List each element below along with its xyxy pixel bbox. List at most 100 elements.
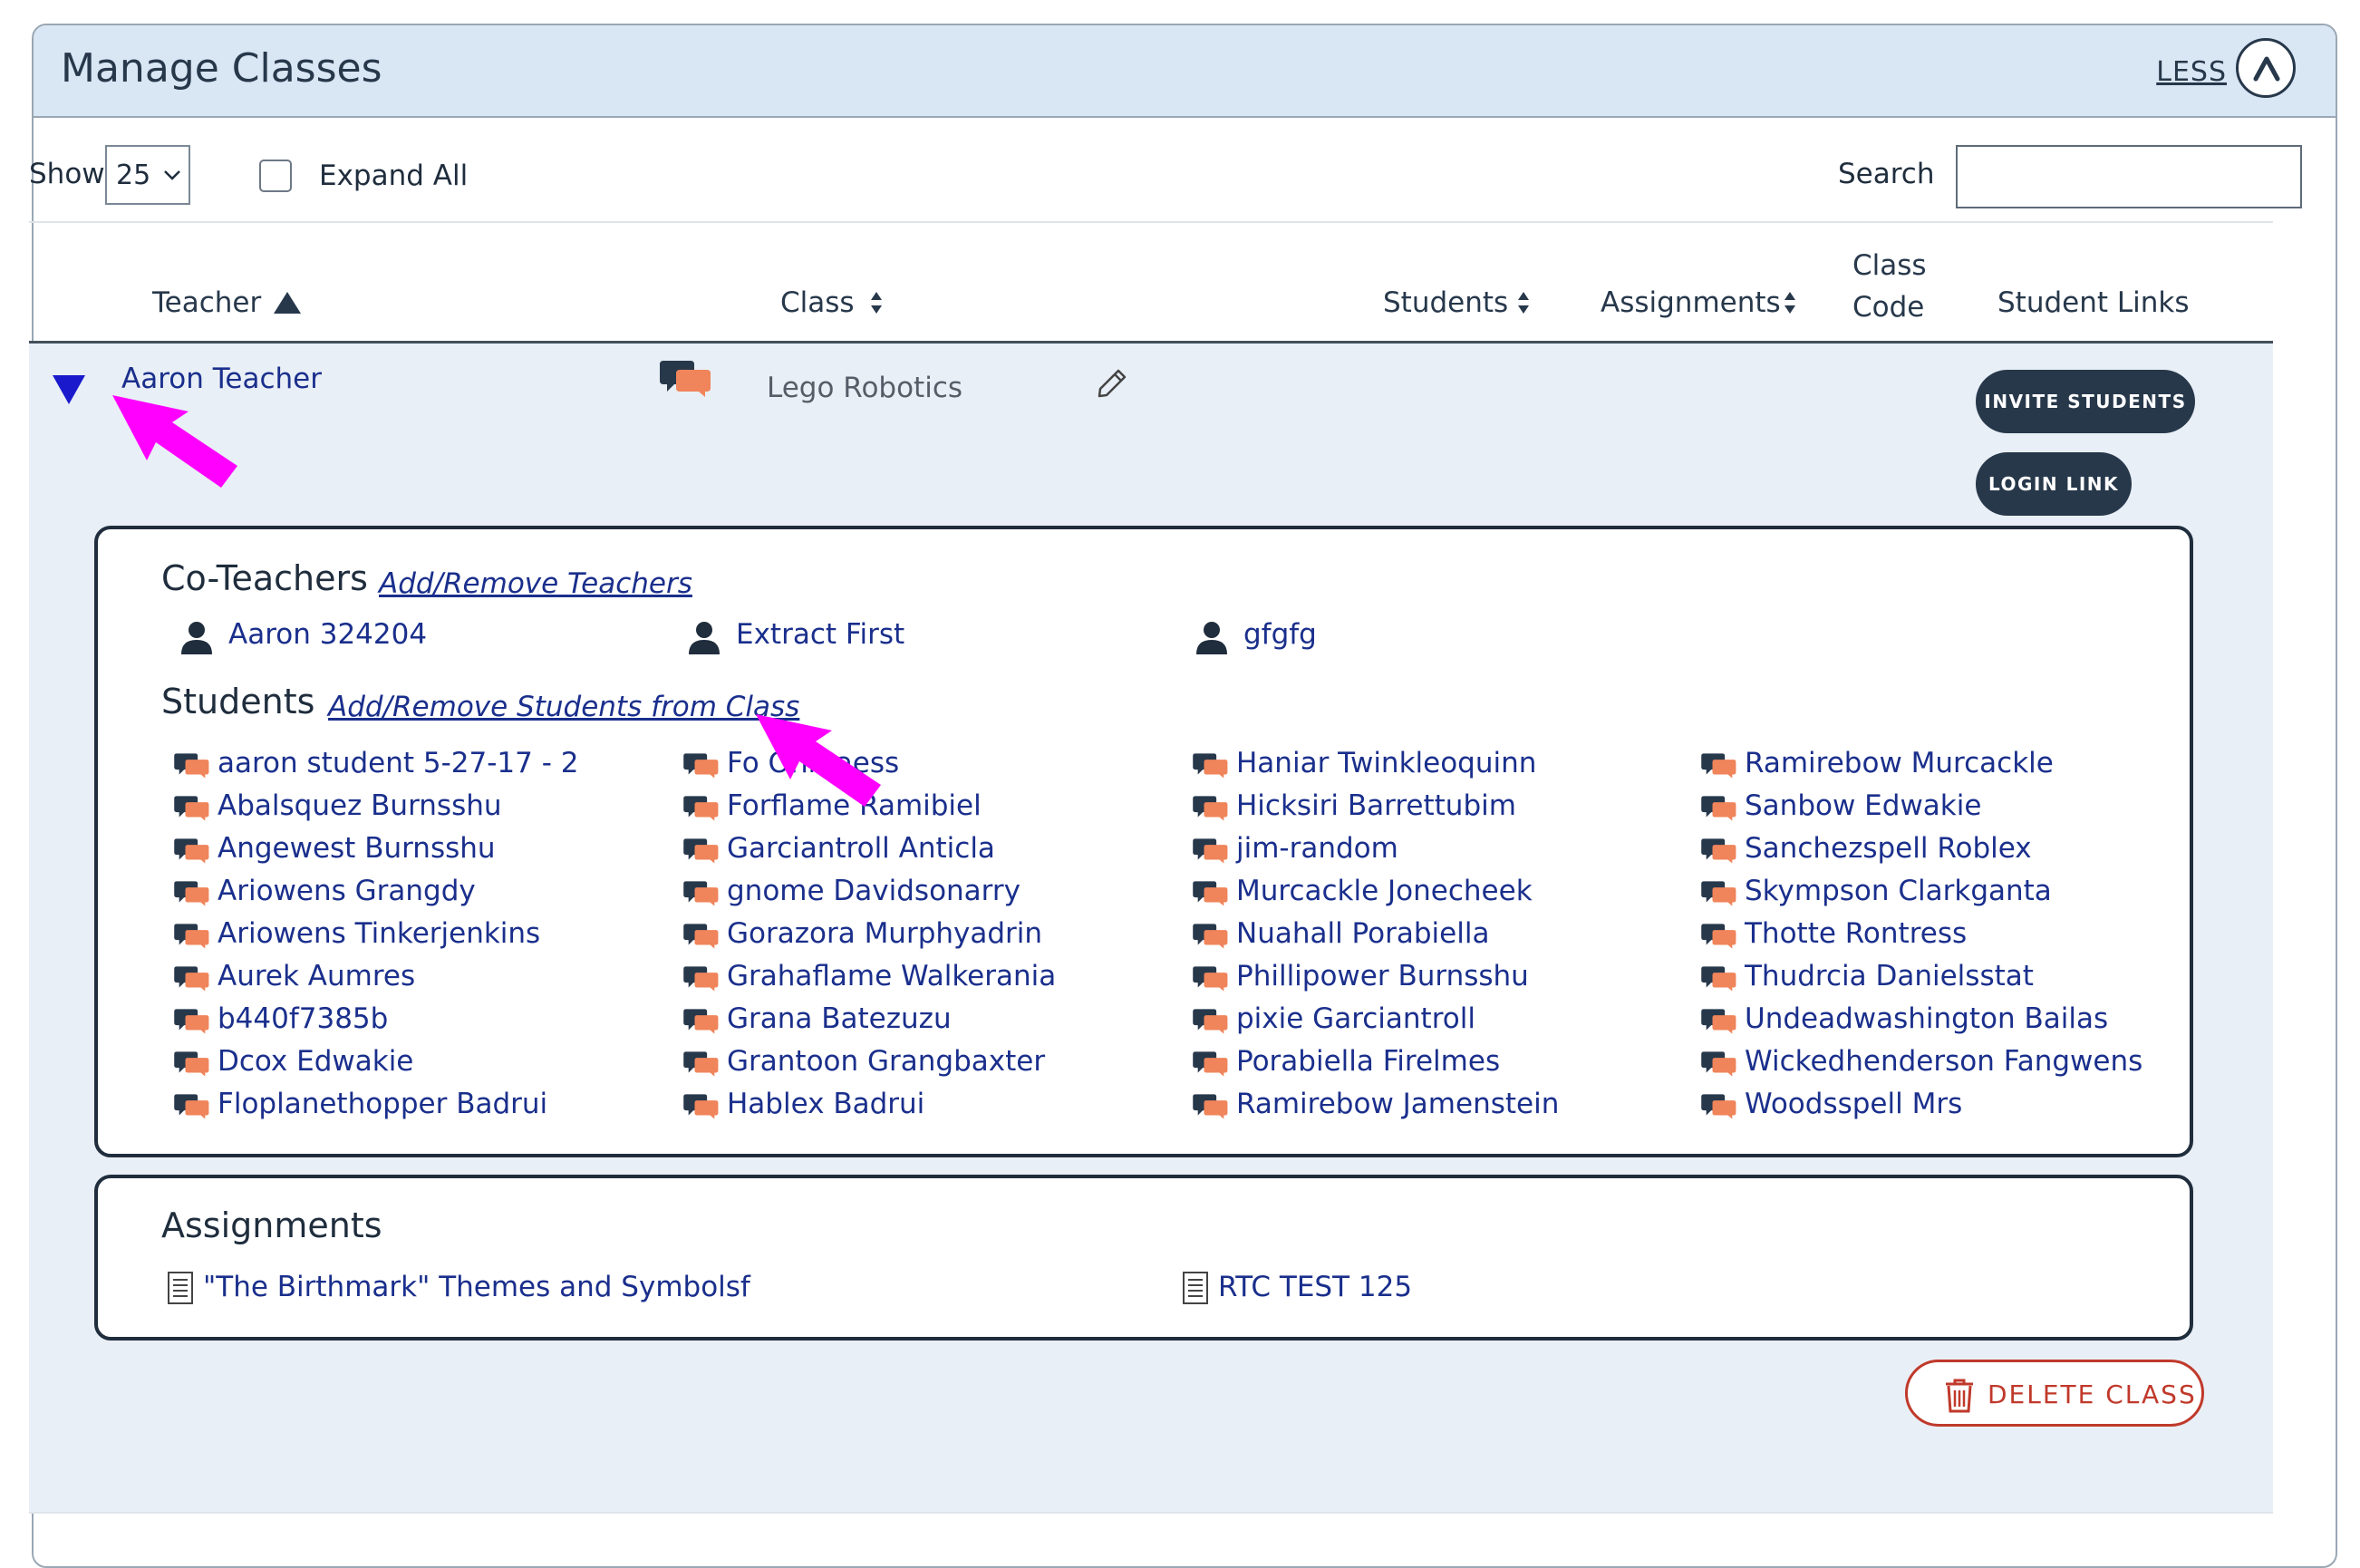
- student-item[interactable]: Grantoon Grangbaxter: [683, 1045, 1045, 1078]
- sort-ascending-icon[interactable]: [272, 290, 303, 315]
- class-chat-icon[interactable]: [660, 359, 712, 399]
- student-chat-icon[interactable]: [1193, 752, 1229, 779]
- student-chat-icon[interactable]: [1193, 1008, 1229, 1035]
- student-chat-icon[interactable]: [174, 795, 210, 822]
- student-item[interactable]: Sanchezspell Roblex: [1701, 832, 2032, 865]
- student-chat-icon[interactable]: [1193, 923, 1229, 950]
- collapse-row-triangle-icon[interactable]: [51, 373, 87, 406]
- coteacher-item[interactable]: gfgfg: [1196, 618, 1317, 654]
- student-chat-icon[interactable]: [1701, 752, 1737, 779]
- assignment-item[interactable]: RTC TEST 125: [1183, 1271, 1412, 1304]
- student-item[interactable]: Skympson Clarkganta: [1701, 875, 2052, 907]
- student-chat-icon[interactable]: [1701, 880, 1737, 907]
- student-chat-icon[interactable]: [1193, 880, 1229, 907]
- student-item[interactable]: Sanbow Edwakie: [1701, 789, 1981, 822]
- collapse-button[interactable]: [2236, 38, 2296, 98]
- student-chat-icon[interactable]: [683, 1050, 720, 1078]
- student-item[interactable]: Ramirebow Jamenstein: [1193, 1088, 1559, 1120]
- student-name: Aurek Aumres: [218, 960, 416, 992]
- student-item[interactable]: Hablex Badrui: [683, 1088, 924, 1120]
- student-chat-icon[interactable]: [174, 752, 210, 779]
- student-chat-icon[interactable]: [1701, 1093, 1737, 1120]
- student-chat-icon[interactable]: [1193, 795, 1229, 822]
- student-item[interactable]: pixie Garciantroll: [1193, 1002, 1475, 1035]
- student-item[interactable]: Dcox Edwakie: [174, 1045, 413, 1078]
- teacher-name-link[interactable]: Aaron Teacher: [121, 363, 322, 395]
- student-name: gnome Davidsonarry: [727, 875, 1020, 907]
- expand-all-checkbox[interactable]: [259, 160, 292, 192]
- student-chat-icon[interactable]: [683, 752, 720, 779]
- student-item[interactable]: Nuahall Porabiella: [1193, 917, 1489, 950]
- student-chat-icon[interactable]: [683, 880, 720, 907]
- student-item[interactable]: Murcackle Jonecheek: [1193, 875, 1533, 907]
- student-item[interactable]: Woodsspell Mrs: [1701, 1088, 1962, 1120]
- student-chat-icon[interactable]: [1701, 1050, 1737, 1078]
- student-chat-icon[interactable]: [683, 795, 720, 822]
- column-teacher[interactable]: Teacher: [152, 286, 261, 319]
- student-item[interactable]: Grahaflame Walkerania: [683, 960, 1056, 992]
- student-item[interactable]: Thotte Rontress: [1701, 917, 1967, 950]
- student-chat-icon[interactable]: [174, 1093, 210, 1120]
- student-chat-icon[interactable]: [174, 837, 210, 865]
- less-link[interactable]: LESS: [2156, 56, 2227, 88]
- student-item[interactable]: Abalsquez Burnsshu: [174, 789, 502, 822]
- student-item[interactable]: Phillipower Burnsshu: [1193, 960, 1529, 992]
- add-remove-teachers-link[interactable]: Add/Remove Teachers: [379, 567, 692, 600]
- invite-students-button[interactable]: INVITE STUDENTS: [1976, 370, 2195, 433]
- student-chat-icon[interactable]: [174, 880, 210, 907]
- student-chat-icon[interactable]: [683, 965, 720, 992]
- student-chat-icon[interactable]: [1701, 795, 1737, 822]
- student-item[interactable]: Gorazora Murphyadrin: [683, 917, 1042, 950]
- student-item[interactable]: Aurek Aumres: [174, 960, 416, 992]
- student-item[interactable]: Thudrcia Danielsstat: [1701, 960, 2034, 992]
- student-chat-icon[interactable]: [1701, 837, 1737, 865]
- student-chat-icon[interactable]: [1193, 1093, 1229, 1120]
- student-item[interactable]: jim-random: [1193, 832, 1398, 865]
- student-item[interactable]: Ramirebow Murcackle: [1701, 747, 2054, 779]
- coteacher-item[interactable]: Aaron 324204: [181, 618, 427, 654]
- column-class[interactable]: Class: [780, 286, 855, 319]
- student-chat-icon[interactable]: [174, 1008, 210, 1035]
- sort-icon[interactable]: [1517, 290, 1530, 315]
- sort-icon[interactable]: [870, 290, 883, 315]
- column-assignments[interactable]: Assignments: [1601, 286, 1781, 319]
- student-item[interactable]: aaron student 5-27-17 - 2: [174, 747, 579, 779]
- page-size-select[interactable]: 25: [105, 145, 190, 205]
- student-chat-icon[interactable]: [174, 1050, 210, 1078]
- student-item[interactable]: Porabiella Firelmes: [1193, 1045, 1500, 1078]
- student-item[interactable]: Floplanethopper Badrui: [174, 1088, 547, 1120]
- student-item[interactable]: Ariowens Tinkerjenkins: [174, 917, 540, 950]
- search-input[interactable]: [1956, 145, 2302, 208]
- student-item[interactable]: Undeadwashington Bailas: [1701, 1002, 2108, 1035]
- delete-class-button[interactable]: DELETE CLASS: [1905, 1360, 2204, 1427]
- student-chat-icon[interactable]: [1701, 965, 1737, 992]
- assignment-item[interactable]: "The Birthmark" Themes and Symbolsf: [168, 1271, 750, 1304]
- student-item[interactable]: Hicksiri Barrettubim: [1193, 789, 1516, 822]
- edit-pencil-icon[interactable]: [1097, 368, 1127, 399]
- student-item[interactable]: gnome Davidsonarry: [683, 875, 1020, 907]
- student-item[interactable]: Garciantroll Anticla: [683, 832, 995, 865]
- add-remove-students-link[interactable]: Add/Remove Students from Class: [328, 691, 799, 723]
- student-chat-icon[interactable]: [683, 837, 720, 865]
- column-students[interactable]: Students: [1383, 286, 1508, 319]
- document-icon: [168, 1272, 193, 1304]
- student-item[interactable]: Grana Batezuzu: [683, 1002, 952, 1035]
- student-chat-icon[interactable]: [1193, 1050, 1229, 1078]
- student-chat-icon[interactable]: [683, 1008, 720, 1035]
- student-chat-icon[interactable]: [1193, 837, 1229, 865]
- student-item[interactable]: b440f7385b: [174, 1002, 388, 1035]
- student-chat-icon[interactable]: [174, 923, 210, 950]
- student-chat-icon[interactable]: [174, 965, 210, 992]
- sort-icon[interactable]: [1784, 290, 1796, 315]
- login-link-button[interactable]: LOGIN LINK: [1976, 452, 2132, 516]
- coteacher-item[interactable]: Extract First: [689, 618, 904, 654]
- student-item[interactable]: Haniar Twinkleoquinn: [1193, 747, 1536, 779]
- student-item[interactable]: Angewest Burnsshu: [174, 832, 496, 865]
- student-chat-icon[interactable]: [683, 1093, 720, 1120]
- student-chat-icon[interactable]: [1701, 923, 1737, 950]
- student-item[interactable]: Wickedhenderson Fangwens: [1701, 1045, 2142, 1078]
- student-chat-icon[interactable]: [1701, 1008, 1737, 1035]
- student-chat-icon[interactable]: [1193, 965, 1229, 992]
- student-item[interactable]: Ariowens Grangdy: [174, 875, 476, 907]
- student-chat-icon[interactable]: [683, 923, 720, 950]
